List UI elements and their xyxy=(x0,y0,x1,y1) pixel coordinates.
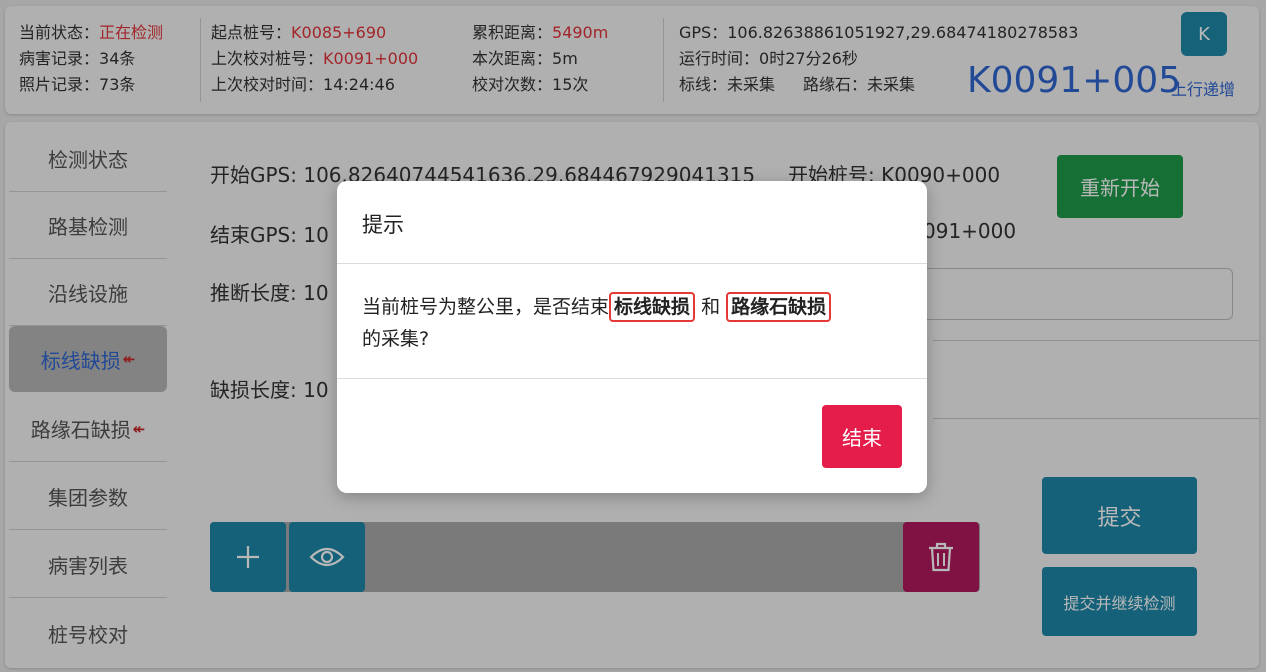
highlight-marking-defect: 标线缺损 xyxy=(609,292,696,322)
dialog-divider xyxy=(337,263,927,264)
message-text: 的采集? xyxy=(362,328,430,350)
dialog-divider xyxy=(337,378,927,379)
dialog-title: 提示 xyxy=(362,213,404,237)
message-text: 和 xyxy=(701,296,721,318)
dialog-message: 当前桩号为整公里，是否结束 标线缺损 和 路缘石缺损的采集? xyxy=(362,291,907,355)
message-text: 当前桩号为整公里，是否结束 xyxy=(362,296,610,318)
highlight-curb-defect: 路缘石缺损 xyxy=(726,292,832,322)
end-button[interactable]: 结束 xyxy=(822,405,902,468)
confirm-dialog: 提示 当前桩号为整公里，是否结束 标线缺损 和 路缘石缺损的采集? 结束 xyxy=(337,181,927,493)
